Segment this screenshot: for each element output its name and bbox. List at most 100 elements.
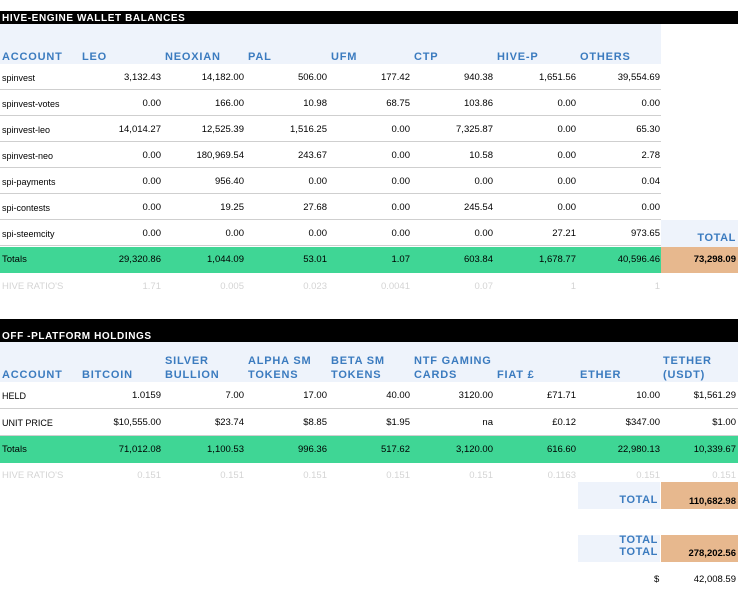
ratio-cell: 0.151 — [712, 470, 736, 481]
balance-cell: 0.00 — [308, 176, 328, 187]
section2-col-header-line2: CARDS — [414, 369, 458, 381]
balance-cell: 10.98 — [303, 98, 327, 109]
holding-cell: £0.12 — [552, 417, 576, 428]
holding-row-label: HELD — [2, 391, 27, 401]
balance-cell: 1,516.25 — [290, 124, 327, 135]
section2-col-header-line2: TOKENS — [248, 369, 299, 381]
holding-cell: 10.00 — [636, 390, 660, 401]
totals-cell: 1.07 — [391, 254, 411, 265]
holding-cell: $23.74 — [214, 417, 244, 428]
total-header-label: TOTAL — [697, 232, 736, 244]
account-name: spinvest — [2, 73, 36, 83]
ratio-cell: 0.151 — [303, 470, 327, 481]
grand-total-label-cell: TOTAL TOTAL — [578, 534, 660, 562]
balance-cell: 0.00 — [391, 176, 411, 187]
ratio-cell: 0.0041 — [380, 281, 410, 292]
holding-cell: £71.71 — [546, 390, 576, 401]
account-name: spi-contests — [2, 203, 51, 213]
balance-cell: 0.00 — [557, 124, 577, 135]
ratio-cell: 1.71 — [142, 281, 162, 292]
section2-col-header-line1: TETHER — [663, 355, 712, 367]
balance-cell: 973.65 — [630, 228, 660, 239]
ratio-label: HIVE RATIO'S — [2, 470, 64, 481]
balance-cell: 0.00 — [641, 202, 661, 213]
totals-cell: 3,120.00 — [456, 444, 493, 455]
ratio-cell: 0.023 — [303, 281, 327, 292]
totals-cell: 29,320.86 — [118, 254, 161, 265]
row-divider — [0, 193, 661, 194]
balance-cell: 12,525.39 — [201, 124, 244, 135]
row-divider — [0, 89, 661, 90]
balance-cell: 1,651.56 — [539, 72, 576, 83]
totals-cell: 1,678.77 — [539, 254, 576, 265]
balance-cell: 2.78 — [641, 150, 661, 161]
section2-col-header-line2: (USDT) — [663, 369, 706, 381]
balance-cell: 166.00 — [214, 98, 244, 109]
balance-cell: 0.00 — [557, 98, 577, 109]
section1-col-header: OTHERS — [580, 51, 631, 63]
section1-col-header: NEOXIAN — [165, 51, 221, 63]
balance-cell: 10.58 — [469, 150, 493, 161]
balance-cell: 14,014.27 — [118, 124, 161, 135]
row-divider — [0, 408, 738, 409]
balance-cell: 245.54 — [463, 202, 493, 213]
balance-cell: 65.30 — [636, 124, 660, 135]
balance-cell: 0.00 — [474, 228, 494, 239]
balance-cell: 0.00 — [142, 202, 162, 213]
usd-value: 42,008.59 — [693, 574, 736, 585]
balance-cell: 243.67 — [297, 150, 327, 161]
ratio-label: HIVE RATIO'S — [2, 281, 64, 292]
holding-cell: $347.00 — [625, 417, 660, 428]
balance-cell: 0.00 — [142, 176, 162, 187]
holding-cell: $1,561.29 — [693, 390, 736, 401]
holding-cell: $1.95 — [386, 417, 410, 428]
grand-total-value-cell: 278,202.56 — [661, 535, 738, 562]
ratio-cell: 0.151 — [220, 470, 244, 481]
section1-title-bar: HIVE-ENGINE WALLET BALANCES — [0, 11, 738, 24]
holding-cell: 7.00 — [225, 390, 245, 401]
section1-col-header: HIVE-P — [497, 51, 539, 63]
balance-cell: 0.00 — [641, 98, 661, 109]
balance-cell: 0.00 — [308, 228, 328, 239]
grand-total-label-1: TOTAL — [619, 534, 658, 546]
ratio-cell: 0.151 — [469, 470, 493, 481]
balance-cell: 180,969.54 — [196, 150, 244, 161]
ratio-cell: 0.151 — [137, 470, 161, 481]
totals-cell: 996.36 — [297, 444, 327, 455]
balance-cell: 3,132.43 — [124, 72, 161, 83]
balance-cell: 177.42 — [380, 72, 410, 83]
section1-col-header: UFM — [331, 51, 358, 63]
balance-cell: 0.00 — [391, 124, 411, 135]
account-name: spinvest-leo — [2, 125, 51, 135]
row-divider — [0, 115, 661, 116]
balance-cell: 0.00 — [391, 202, 411, 213]
totals-cell: 22,980.13 — [617, 444, 660, 455]
holding-cell: $8.85 — [303, 417, 327, 428]
totals-cell: 1,044.09 — [207, 254, 244, 265]
section2-title: OFF -PLATFORM HOLDINGS — [2, 331, 152, 342]
ratio-cell: 0.1163 — [547, 470, 576, 481]
grand-total-label-2: TOTAL — [619, 546, 658, 558]
balance-cell: 19.25 — [220, 202, 244, 213]
total-value: 110,682.98 — [688, 496, 736, 507]
usd-symbol: $ — [654, 574, 660, 585]
balance-cell: 0.00 — [474, 176, 494, 187]
total-label: TOTAL — [619, 494, 658, 506]
section1-title: HIVE-ENGINE WALLET BALANCES — [2, 13, 186, 24]
section1-col-header: LEO — [82, 51, 108, 63]
balance-cell: 14,182.00 — [201, 72, 244, 83]
ratio-cell: 0.07 — [474, 281, 494, 292]
row-divider — [0, 245, 661, 246]
section2-col-header-line1: NTF GAMING — [414, 355, 492, 367]
balance-cell: 0.04 — [641, 176, 661, 187]
account-name: spi-steemcity — [2, 229, 55, 239]
ratio-cell: 0.005 — [220, 281, 244, 292]
section2-col-header-line2: ETHER — [580, 369, 622, 381]
grand-total-cell: 73,298.09 — [661, 247, 738, 273]
account-name: spi-payments — [2, 177, 56, 187]
totals-cell: 71,012.08 — [118, 444, 161, 455]
total-label-cell: TOTAL — [578, 482, 660, 509]
totals-cell: 53.01 — [303, 254, 327, 265]
balance-cell: 0.00 — [225, 228, 245, 239]
account-name: spinvest-votes — [2, 99, 60, 109]
